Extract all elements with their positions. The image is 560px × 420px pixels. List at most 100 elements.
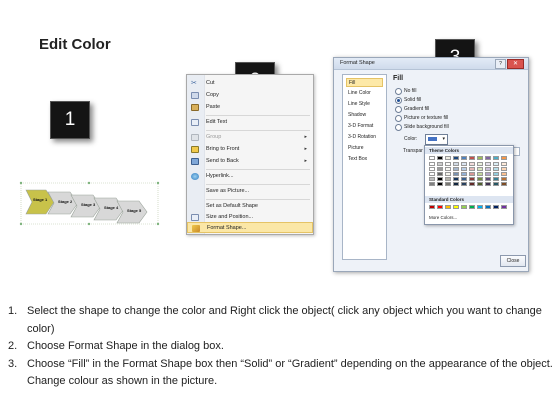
color-swatch[interactable]: [453, 156, 459, 160]
stage-label[interactable]: Stage 5: [127, 208, 141, 213]
color-swatch[interactable]: [485, 172, 491, 176]
color-swatch[interactable]: [445, 156, 451, 160]
menu-item-format-shape[interactable]: Format Shape...: [187, 222, 313, 233]
color-swatch[interactable]: [493, 156, 499, 160]
more-colors-link[interactable]: More Colors...: [429, 215, 457, 220]
close-icon[interactable]: ✕: [507, 59, 524, 69]
color-swatch[interactable]: [501, 156, 507, 160]
color-swatch[interactable]: [493, 172, 499, 176]
color-swatch[interactable]: [477, 177, 483, 181]
color-swatch[interactable]: [461, 162, 467, 166]
color-swatch[interactable]: [461, 167, 467, 171]
color-swatch[interactable]: [477, 205, 483, 209]
color-swatch[interactable]: [461, 182, 467, 186]
color-swatch[interactable]: [485, 156, 491, 160]
color-swatch[interactable]: [437, 205, 443, 209]
color-swatch[interactable]: [437, 172, 443, 176]
color-swatch[interactable]: [485, 162, 491, 166]
stage-label[interactable]: Stage 2: [58, 199, 72, 204]
color-swatch[interactable]: [445, 177, 451, 181]
color-swatch[interactable]: [429, 177, 435, 181]
color-swatch[interactable]: [437, 156, 443, 160]
color-swatch[interactable]: [445, 182, 451, 186]
color-swatch[interactable]: [445, 172, 451, 176]
color-swatch[interactable]: [477, 162, 483, 166]
color-swatch[interactable]: [469, 162, 475, 166]
help-button[interactable]: ?: [495, 59, 506, 69]
color-swatch[interactable]: [429, 167, 435, 171]
color-swatch[interactable]: [501, 167, 507, 171]
color-swatch[interactable]: [477, 156, 483, 160]
color-swatch[interactable]: [437, 162, 443, 166]
category-text-box[interactable]: Text Box: [346, 155, 383, 164]
category-3d-format[interactable]: 3-D Format: [346, 122, 383, 131]
submenu-arrow-icon: ▸: [304, 134, 307, 140]
color-picker-button[interactable]: ▾: [425, 134, 448, 145]
color-swatch[interactable]: [437, 167, 443, 171]
category-fill[interactable]: Fill: [346, 78, 383, 87]
stage-label[interactable]: Stage 1: [33, 197, 47, 202]
color-swatch[interactable]: [485, 167, 491, 171]
menu-item-bring-to-front[interactable]: Bring to Front ▸: [187, 144, 313, 155]
color-swatch[interactable]: [501, 205, 507, 209]
color-swatch[interactable]: [453, 205, 459, 209]
menu-item-edit-text[interactable]: Edit Text: [187, 117, 313, 128]
color-swatch[interactable]: [429, 162, 435, 166]
color-swatch[interactable]: [493, 167, 499, 171]
color-swatch[interactable]: [477, 182, 483, 186]
color-swatch[interactable]: [493, 205, 499, 209]
color-swatch[interactable]: [485, 177, 491, 181]
color-swatch[interactable]: [469, 167, 475, 171]
category-line-style[interactable]: Line Style: [346, 100, 383, 109]
color-swatch[interactable]: [445, 162, 451, 166]
color-swatch[interactable]: [493, 182, 499, 186]
color-swatch[interactable]: [461, 156, 467, 160]
color-swatch[interactable]: [469, 177, 475, 181]
color-swatch[interactable]: [469, 156, 475, 160]
color-swatch[interactable]: [493, 162, 499, 166]
color-swatch[interactable]: [453, 162, 459, 166]
color-swatch[interactable]: [437, 182, 443, 186]
color-swatch[interactable]: [469, 172, 475, 176]
stage-label[interactable]: Stage 4: [104, 205, 118, 210]
stage-label[interactable]: Stage 3: [81, 202, 95, 207]
menu-item-copy[interactable]: Copy: [187, 90, 313, 101]
color-swatch[interactable]: [429, 205, 435, 209]
color-swatch[interactable]: [501, 162, 507, 166]
menu-item-set-default-shape[interactable]: Set as Default Shape: [187, 201, 313, 212]
color-swatch[interactable]: [445, 167, 451, 171]
color-swatch[interactable]: [485, 205, 491, 209]
category-3d-rotation[interactable]: 3-D Rotation: [346, 133, 383, 142]
color-swatch[interactable]: [501, 177, 507, 181]
color-swatch[interactable]: [461, 177, 467, 181]
category-line-color[interactable]: Line Color: [346, 89, 383, 98]
menu-item-hyperlink[interactable]: Hyperlink...: [187, 171, 313, 182]
color-swatch[interactable]: [453, 177, 459, 181]
menu-item-paste[interactable]: Paste: [187, 102, 313, 113]
color-swatch[interactable]: [453, 167, 459, 171]
color-swatch[interactable]: [501, 182, 507, 186]
color-swatch[interactable]: [445, 205, 451, 209]
color-swatch[interactable]: [453, 172, 459, 176]
color-swatch[interactable]: [469, 205, 475, 209]
color-palette: Theme Colors Standard Colors More Colors…: [424, 145, 514, 225]
menu-item-cut[interactable]: ✂ Cut: [187, 78, 313, 89]
color-swatch[interactable]: [469, 182, 475, 186]
menu-item-send-to-back[interactable]: Send to Back ▸: [187, 156, 313, 167]
menu-item-save-as-picture[interactable]: Save as Picture...: [187, 186, 313, 197]
color-swatch[interactable]: [429, 182, 435, 186]
color-swatch[interactable]: [453, 182, 459, 186]
color-swatch[interactable]: [477, 167, 483, 171]
color-swatch[interactable]: [493, 177, 499, 181]
color-swatch[interactable]: [429, 156, 435, 160]
color-swatch[interactable]: [429, 172, 435, 176]
color-swatch[interactable]: [461, 172, 467, 176]
color-swatch[interactable]: [477, 172, 483, 176]
category-shadow[interactable]: Shadow: [346, 111, 383, 120]
category-picture[interactable]: Picture: [346, 144, 383, 153]
color-swatch[interactable]: [485, 182, 491, 186]
color-swatch[interactable]: [501, 172, 507, 176]
close-button[interactable]: Close: [500, 255, 526, 267]
color-swatch[interactable]: [437, 177, 443, 181]
color-swatch[interactable]: [461, 205, 467, 209]
